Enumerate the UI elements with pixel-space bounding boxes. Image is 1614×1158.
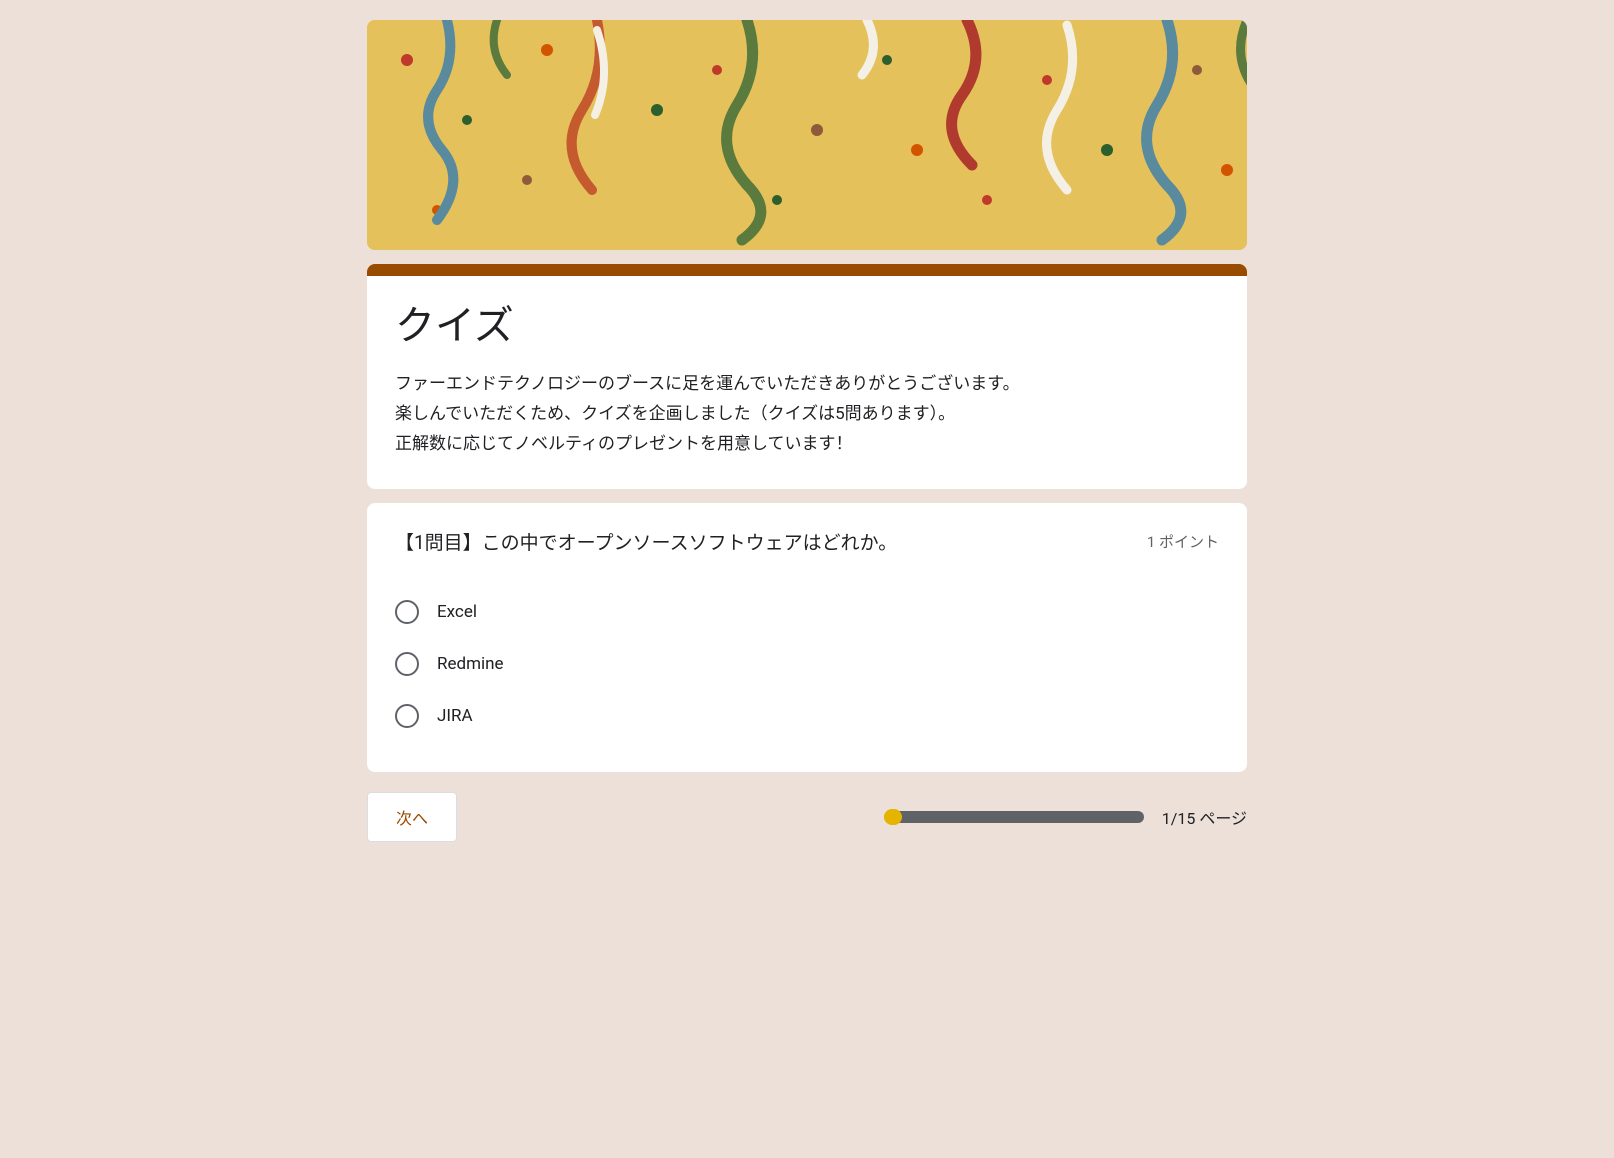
header-card: クイズ ファーエンドテクノロジーのブースに足を運んでいただきありがとうございます… (367, 264, 1247, 489)
radio-option[interactable]: Excel (395, 586, 1219, 638)
footer-row: 次へ 1/15 ページ (367, 792, 1247, 842)
radio-icon (395, 704, 419, 728)
radio-option[interactable]: Redmine (395, 638, 1219, 690)
form-container: クイズ ファーエンドテクノロジーのブースに足を運んでいただきありがとうございます… (347, 20, 1267, 842)
points-label: 1 ポイント (1147, 531, 1219, 552)
radio-option[interactable]: JIRA (395, 690, 1219, 742)
form-description: ファーエンドテクノロジーのブースに足を運んでいただきありがとうございます。 楽し… (395, 370, 1219, 459)
option-label: Redmine (437, 654, 504, 674)
progress-wrap: 1/15 ページ (477, 805, 1247, 829)
question-card: 【1問目】この中でオープンソースソフトウェアはどれか。 1 ポイント Excel… (367, 503, 1247, 772)
option-label: Excel (437, 602, 477, 622)
radio-icon (395, 652, 419, 676)
banner-image (367, 20, 1247, 250)
header-accent-bar (367, 264, 1247, 276)
next-button[interactable]: 次へ (367, 792, 457, 842)
option-label: JIRA (437, 706, 473, 726)
description-line: 楽しんでいただくため、クイズを企画しました（クイズは5問あります）。 (395, 400, 1219, 430)
header-content: クイズ ファーエンドテクノロジーのブースに足を運んでいただきありがとうございます… (367, 276, 1247, 489)
form-title: クイズ (395, 300, 1219, 352)
question-header: 【1問目】この中でオープンソースソフトウェアはどれか。 1 ポイント (395, 529, 1219, 558)
progress-fill (884, 809, 902, 825)
radio-icon (395, 600, 419, 624)
description-line: 正解数に応じてノベルティのプレゼントを用意しています！ (395, 430, 1219, 460)
progress-bar (884, 811, 1144, 823)
question-text: 【1問目】この中でオープンソースソフトウェアはどれか。 (395, 529, 1127, 558)
confetti-illustration (367, 20, 1247, 250)
page-indicator: 1/15 ページ (1162, 805, 1247, 829)
description-line: ファーエンドテクノロジーのブースに足を運んでいただきありがとうございます。 (395, 370, 1219, 400)
